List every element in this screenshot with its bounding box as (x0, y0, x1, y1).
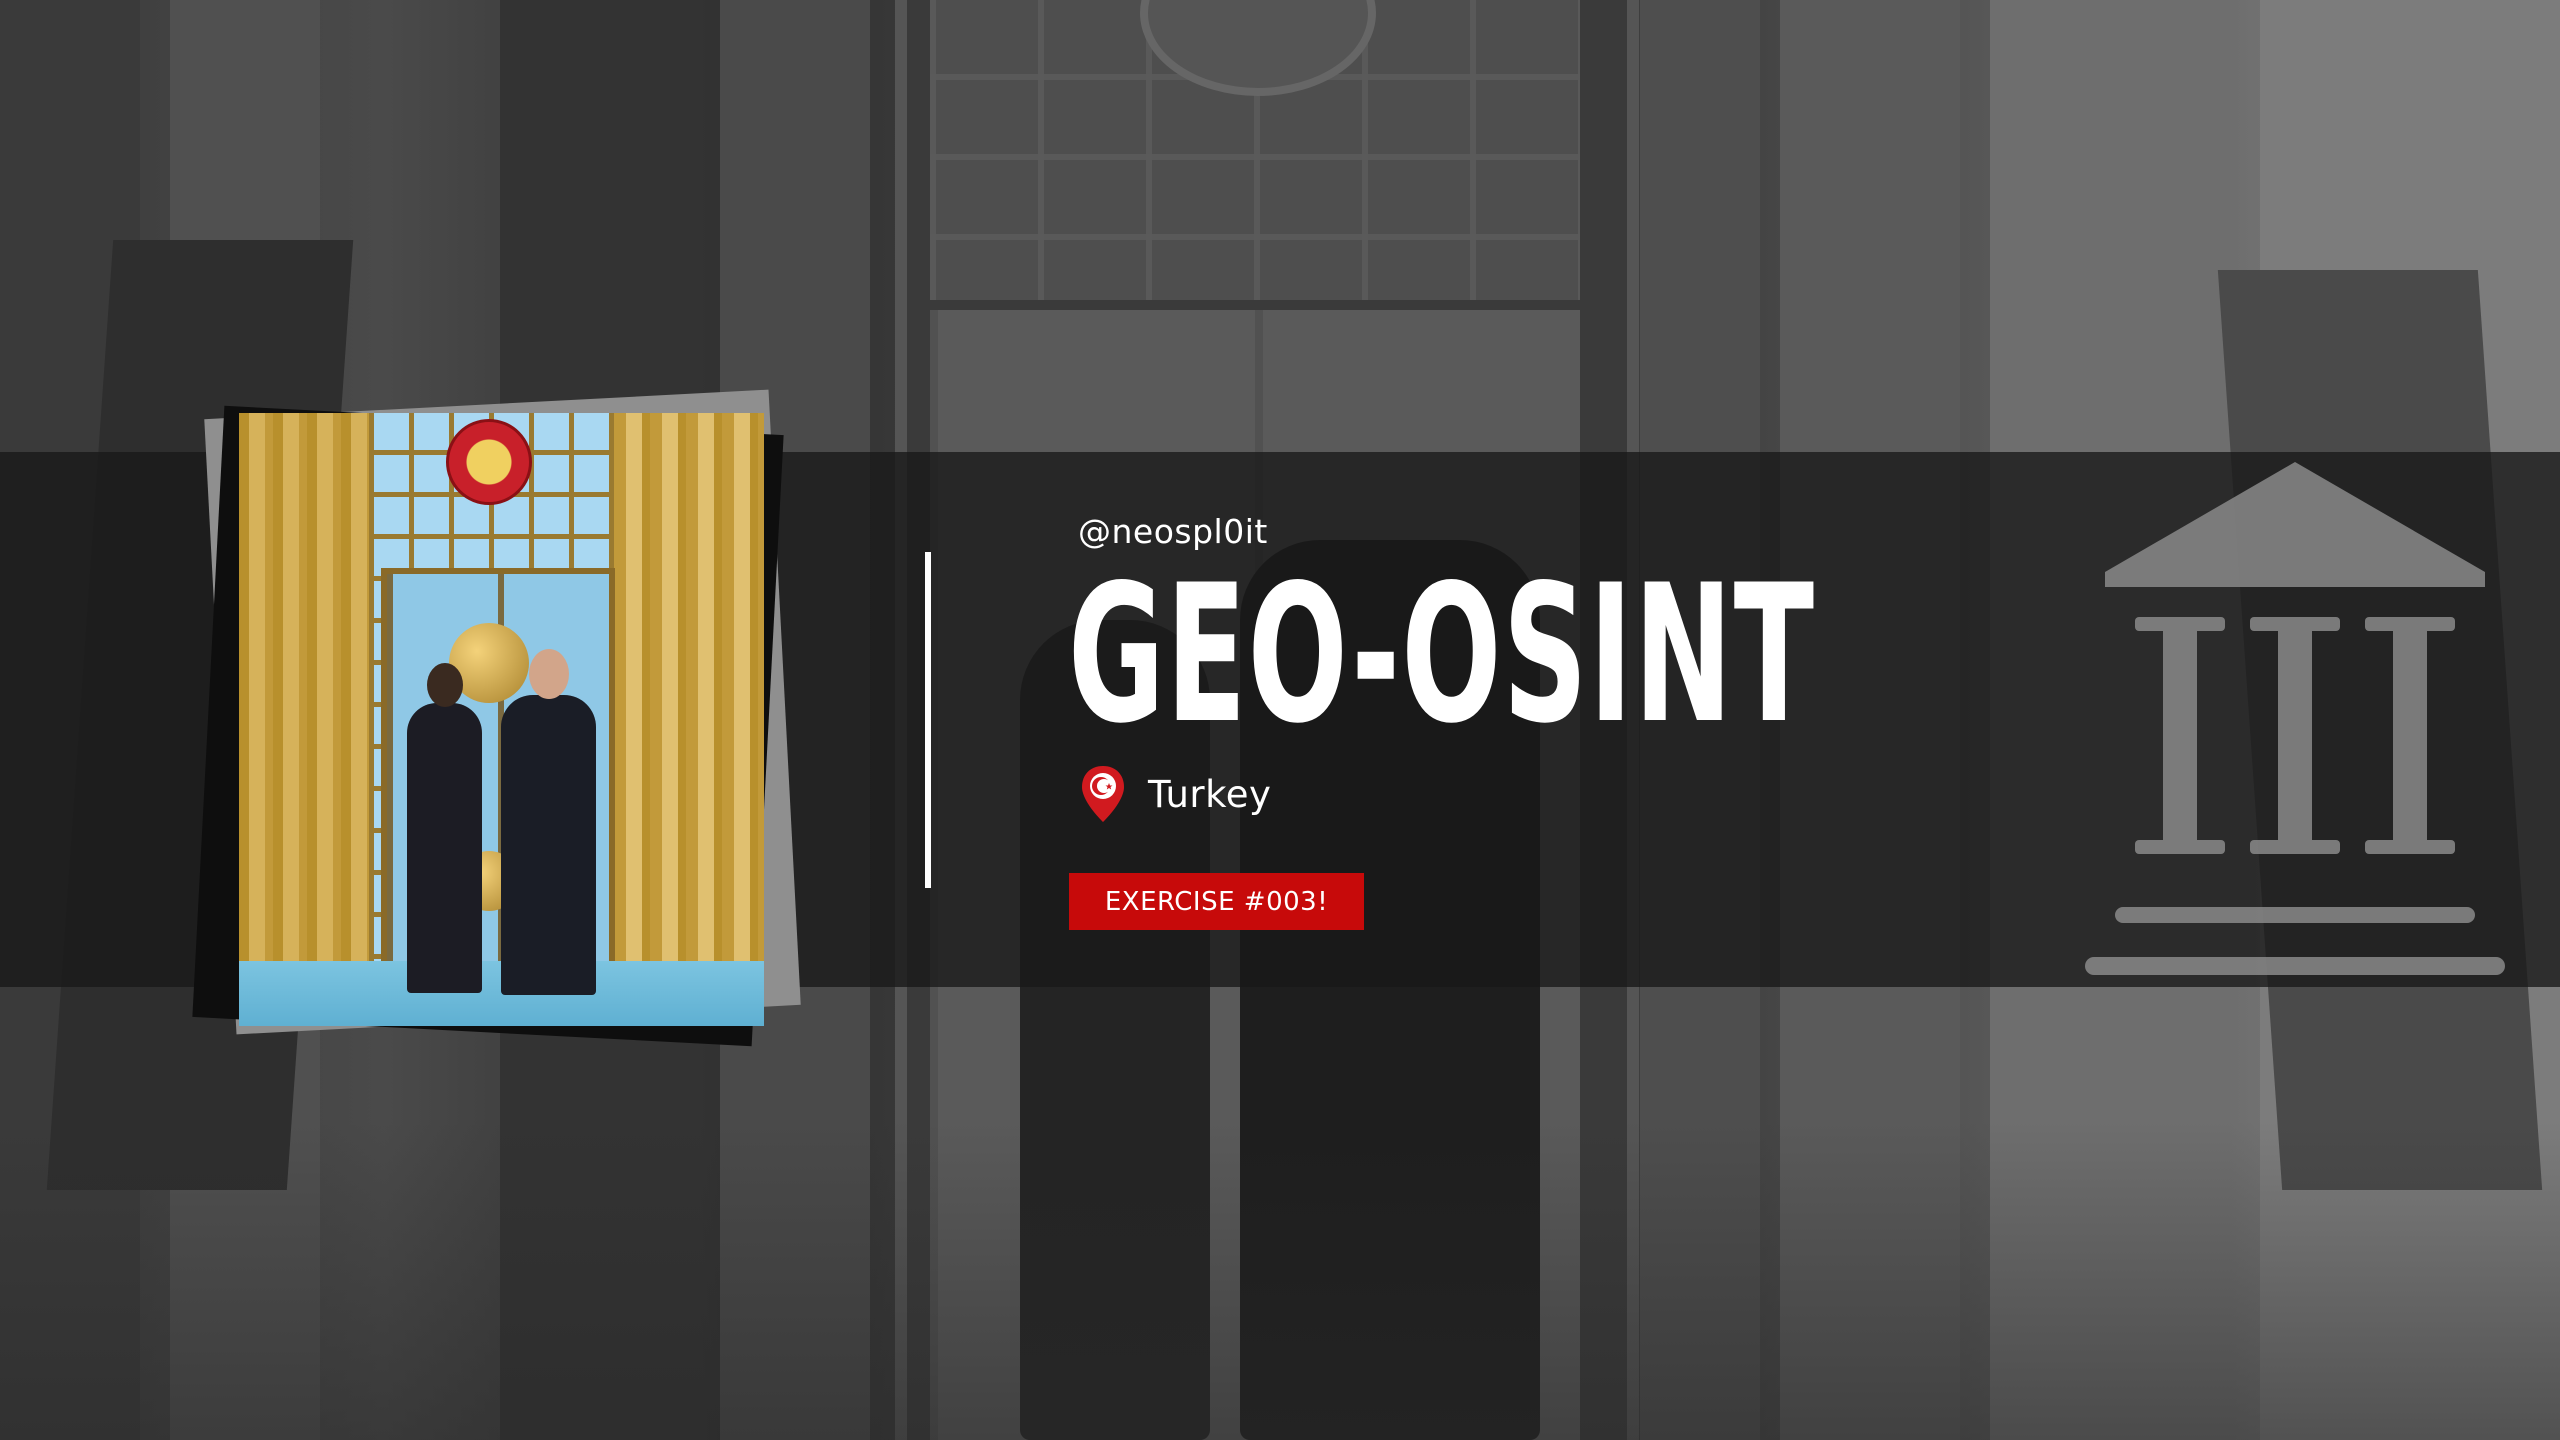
vertical-divider (925, 552, 931, 888)
page-title: GEO-OSINT (1068, 544, 1816, 765)
banner-canvas: @neospl0it GEO-OSINT Turkey EXERCISE #00… (0, 0, 2560, 1440)
location-row: Turkey (1080, 762, 1271, 826)
exercise-badge: EXERCISE #003! (1069, 873, 1364, 930)
featured-photo (239, 413, 764, 1026)
presidential-emblem-icon (446, 419, 532, 505)
location-label: Turkey (1148, 772, 1272, 816)
map-pin-icon (1080, 764, 1126, 824)
government-building-icon (2085, 462, 2505, 982)
